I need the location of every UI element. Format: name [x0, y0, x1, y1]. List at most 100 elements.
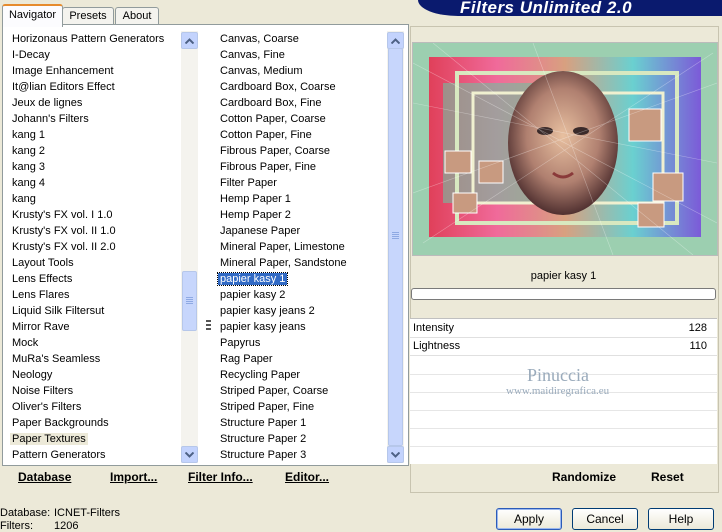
list-item-label: kang [12, 193, 36, 205]
list-item[interactable]: Papyrus [211, 335, 387, 351]
list-item[interactable]: Structure Paper 2 [211, 431, 387, 447]
param-row-lightness[interactable]: Lightness 110 [410, 338, 717, 356]
category-scrollbar[interactable] [181, 31, 198, 463]
list-item[interactable]: Striped Paper, Fine [211, 399, 387, 415]
list-item[interactable]: Hemp Paper 1 [211, 191, 387, 207]
list-item[interactable]: Filter Paper [211, 175, 387, 191]
scroll-down-button[interactable] [181, 446, 198, 463]
list-item[interactable]: Image Enhancement [3, 63, 181, 79]
list-item-label: Krusty's FX vol. II 2.0 [12, 241, 116, 253]
list-item[interactable]: Cotton Paper, Coarse [211, 111, 387, 127]
list-item[interactable]: Fibrous Paper, Coarse [211, 143, 387, 159]
list-item-label: Johann's Filters [12, 113, 89, 125]
list-item-label: Canvas, Coarse [220, 33, 299, 45]
database-button[interactable]: Database [18, 470, 71, 484]
list-item[interactable]: Mirror Rave [3, 319, 181, 335]
list-item-label: papier kasy 1 [216, 272, 289, 286]
list-item[interactable]: Striped Paper, Coarse [211, 383, 387, 399]
randomize-button[interactable]: Randomize [552, 470, 616, 484]
list-item[interactable]: Lens Effects [3, 271, 181, 287]
list-item[interactable]: kang [3, 191, 181, 207]
list-item[interactable]: It@lian Editors Effect [3, 79, 181, 95]
list-item-label: Paper Textures [10, 433, 88, 445]
list-item[interactable]: I-Decay [3, 47, 181, 63]
list-item[interactable]: Krusty's FX vol. II 2.0 [3, 239, 181, 255]
list-item[interactable]: Noise Filters [3, 383, 181, 399]
scroll-up-button[interactable] [387, 32, 404, 49]
list-item-label: Mineral Paper, Sandstone [220, 257, 347, 269]
watermark-url: www.maidiregrafica.eu [506, 385, 610, 397]
list-item[interactable]: Paper Textures [3, 431, 181, 447]
list-item[interactable]: Lens Flares [3, 287, 181, 303]
list-item[interactable]: Recycling Paper [211, 367, 387, 383]
scroll-down-button[interactable] [387, 446, 404, 463]
list-item[interactable]: Canvas, Coarse [211, 31, 387, 47]
list-item[interactable]: Krusty's FX vol. II 1.0 [3, 223, 181, 239]
list-item-label: Rag Paper [220, 353, 273, 365]
apply-button[interactable]: Apply [496, 508, 562, 530]
list-item[interactable]: kang 3 [3, 159, 181, 175]
list-item[interactable]: Krusty's FX vol. I 1.0 [3, 207, 181, 223]
list-item[interactable]: Fibrous Paper, Fine [211, 159, 387, 175]
list-item[interactable]: Canvas, Fine [211, 47, 387, 63]
list-item[interactable]: Neology [3, 367, 181, 383]
status-database-value: ICNET-Filters [54, 507, 120, 519]
list-item[interactable]: kang 4 [3, 175, 181, 191]
list-item[interactable]: Cardboard Box, Coarse [211, 79, 387, 95]
list-item[interactable]: Mineral Paper, Limestone [211, 239, 387, 255]
filter-scrollbar[interactable] [387, 31, 404, 463]
list-item[interactable]: Canvas, Medium [211, 63, 387, 79]
list-item[interactable]: Paper Backgrounds [3, 415, 181, 431]
filter-info-button[interactable]: Filter Info... [188, 470, 253, 484]
list-item[interactable]: Structure Paper 3 [211, 447, 387, 463]
tab-navigator[interactable]: Navigator [2, 4, 63, 27]
list-item[interactable]: Jeux de lignes [3, 95, 181, 111]
list-item-label: Krusty's FX vol. I 1.0 [12, 209, 113, 221]
list-item[interactable]: Mineral Paper, Sandstone [211, 255, 387, 271]
tab-presets[interactable]: Presets [62, 7, 114, 25]
list-item[interactable]: papier kasy jeans [211, 319, 387, 335]
list-item[interactable]: papier kasy 2 [211, 287, 387, 303]
scroll-thumb[interactable] [388, 48, 403, 446]
list-item[interactable]: MuRa's Seamless [3, 351, 181, 367]
chevron-up-icon [391, 37, 400, 44]
list-item[interactable]: Cotton Paper, Fine [211, 127, 387, 143]
list-item[interactable]: Structure Paper 1 [211, 415, 387, 431]
list-item-label: Jeux de lignes [12, 97, 83, 109]
list-item[interactable]: papier kasy 1 [211, 271, 387, 287]
import-button[interactable]: Import... [110, 470, 157, 484]
list-item[interactable]: Liquid Silk Filtersut [3, 303, 181, 319]
scroll-up-button[interactable] [181, 32, 198, 49]
editor-button[interactable]: Editor... [285, 470, 329, 484]
list-item[interactable]: Mock [3, 335, 181, 351]
list-item-label: Lens Effects [12, 273, 73, 285]
list-item[interactable]: Pattern Generators [3, 447, 181, 463]
status-filters-label: Filters: [0, 520, 33, 532]
tab-about[interactable]: About [115, 7, 159, 25]
list-item[interactable]: Rag Paper [211, 351, 387, 367]
status-database-label: Database: [0, 507, 51, 519]
filter-list[interactable]: Canvas, Coarse Canvas, Fine Canvas, Medium… [211, 31, 387, 463]
list-item[interactable]: papier kasy jeans 2 [211, 303, 387, 319]
list-item-label: Noise Filters [12, 385, 74, 397]
list-item[interactable]: kang 1 [3, 127, 181, 143]
cancel-button[interactable]: Cancel [572, 508, 638, 530]
list-item-label: Structure Paper 2 [220, 433, 307, 445]
list-item[interactable]: Hemp Paper 2 [211, 207, 387, 223]
param-row-intensity[interactable]: Intensity 128 [410, 320, 717, 338]
help-button[interactable]: Help [648, 508, 714, 530]
list-item[interactable]: Johann's Filters [3, 111, 181, 127]
scroll-thumb[interactable] [182, 271, 197, 331]
list-item[interactable]: Horizonaus Pattern Generators [3, 31, 181, 47]
param-value: 128 [688, 322, 707, 334]
list-item-label: Lens Flares [12, 289, 70, 301]
list-item[interactable]: Layout Tools [3, 255, 181, 271]
list-item[interactable]: kang 2 [3, 143, 181, 159]
list-item[interactable]: Oliver's Filters [3, 399, 181, 415]
list-item-label: Image Enhancement [12, 65, 114, 77]
reset-button[interactable]: Reset [651, 470, 684, 484]
list-item[interactable]: Cardboard Box, Fine [211, 95, 387, 111]
list-item-label: Mirror Rave [12, 321, 70, 333]
category-list[interactable]: Horizonaus Pattern Generators I-Decay Imag… [3, 31, 181, 463]
list-item[interactable]: Japanese Paper [211, 223, 387, 239]
